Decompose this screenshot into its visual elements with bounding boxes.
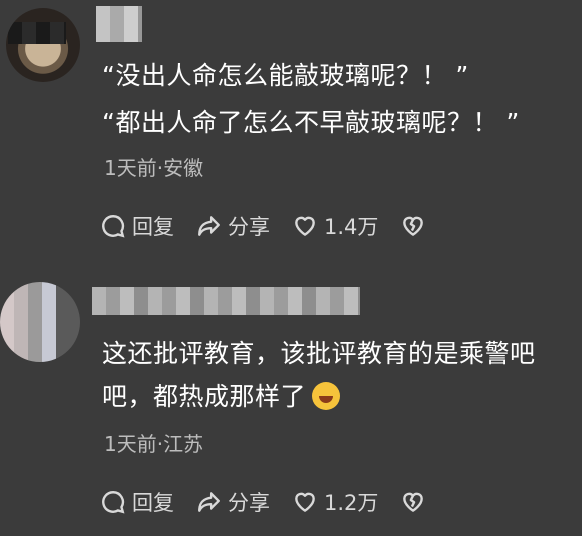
username-mosaic	[96, 6, 142, 42]
share-label: 分享	[228, 215, 270, 239]
like-button[interactable]: 1.2万	[292, 487, 378, 517]
share-button[interactable]: 分享	[196, 487, 270, 517]
share-arrow-icon	[198, 492, 220, 512]
like-count: 1.2万	[324, 491, 379, 515]
comment-text-line: “没出人命怎么能敲玻璃呢？！ ”	[102, 61, 469, 90]
username-mosaic	[92, 287, 360, 315]
comment-text-line: 这还批评教育，该批评教育的是乘警吧	[102, 339, 536, 368]
share-button[interactable]: 分享	[196, 211, 270, 241]
reply-label: 回复	[132, 215, 174, 239]
comment-actions: 回复 分享 1.2万	[100, 487, 454, 517]
dislike-button[interactable]	[400, 489, 432, 515]
avatar[interactable]	[6, 8, 80, 82]
chat-bubble-icon	[102, 215, 125, 238]
comment-meta: 1天前·安徽	[104, 156, 204, 180]
heart-icon	[295, 492, 315, 512]
share-label: 分享	[228, 491, 270, 515]
avatar[interactable]	[0, 282, 80, 362]
reply-button[interactable]: 回复	[100, 487, 174, 517]
comment-list: “没出人命怎么能敲玻璃呢？！ ” “都出人命了怎么不早敲玻璃呢？！ ” 1天前·…	[0, 0, 582, 536]
comment-text-line: “都出人命了怎么不早敲玻璃呢？！ ”	[102, 108, 520, 137]
dislike-button[interactable]	[400, 213, 432, 239]
comment-meta: 1天前·江苏	[104, 432, 204, 456]
share-arrow-icon	[198, 216, 220, 236]
comment-text-line-with-emoji: 吧，都热成那样了	[102, 381, 341, 413]
reply-button[interactable]: 回复	[100, 211, 174, 241]
avatar-mosaic	[8, 22, 66, 44]
broken-heart-icon	[403, 492, 424, 512]
reply-label: 回复	[132, 491, 174, 515]
comment-text: 吧，都热成那样了	[102, 382, 307, 411]
like-count: 1.4万	[324, 215, 379, 239]
laughing-tears-emoji-icon	[312, 382, 341, 410]
chat-bubble-icon	[102, 491, 125, 514]
heart-icon	[295, 216, 315, 236]
comment-actions: 回复 分享 1.4万	[100, 211, 454, 241]
like-button[interactable]: 1.4万	[292, 211, 378, 241]
broken-heart-icon	[403, 216, 424, 236]
